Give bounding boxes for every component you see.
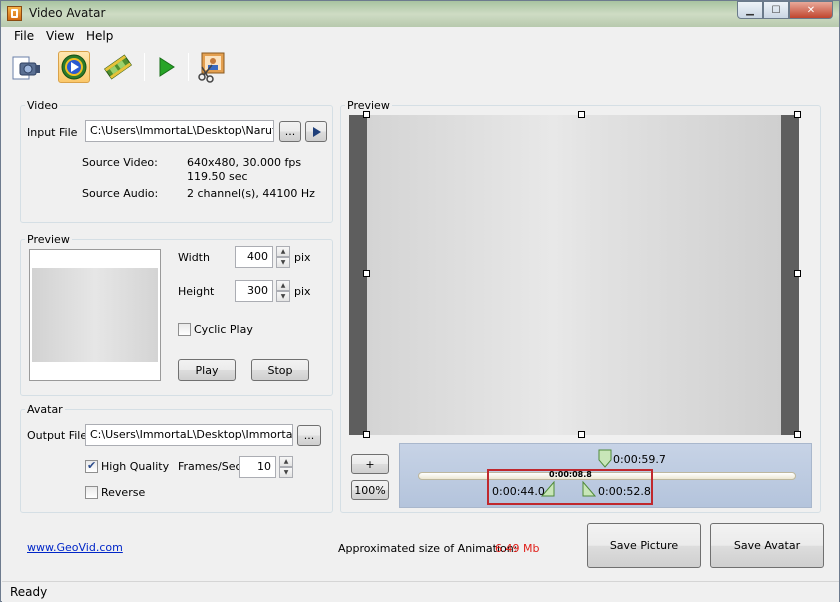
fps-label: Frames/Sec — [178, 460, 242, 473]
width-stepper[interactable]: ▲ ▼ — [276, 246, 290, 268]
video-group-label: Video — [25, 99, 60, 112]
play-video-icon[interactable] — [58, 51, 90, 83]
crop-handle-bl[interactable] — [363, 431, 370, 438]
preview-settings-label: Preview — [25, 233, 72, 246]
zoom-in-button[interactable]: + — [351, 454, 389, 474]
crop-handle-br[interactable] — [794, 431, 801, 438]
size-value: 6.49 Mb — [495, 542, 540, 555]
reverse-label: Reverse — [101, 486, 146, 499]
run-arrow-icon[interactable] — [150, 51, 182, 83]
crop-handle-mr[interactable] — [794, 270, 801, 277]
selection-end-handle-icon[interactable] — [582, 481, 596, 497]
film-strip-icon[interactable] — [102, 51, 134, 83]
menu-view[interactable]: View — [46, 29, 74, 43]
selection-length: 0:00:08.8 — [549, 470, 592, 479]
menu-bar: File View Help — [2, 27, 839, 45]
high-quality-label: High Quality — [101, 460, 170, 473]
app-window: Video Avatar ▁ ☐ ✕ File View Help Video … — [0, 0, 840, 602]
source-video-duration: 119.50 sec — [187, 170, 248, 183]
toolbar-separator — [144, 53, 145, 81]
play-icon — [313, 126, 321, 137]
current-position-marker-icon[interactable] — [598, 449, 612, 469]
input-browse-button[interactable]: ... — [279, 121, 301, 142]
width-label: Width — [178, 251, 210, 264]
fps-stepper[interactable]: ▲ ▼ — [279, 456, 293, 478]
menu-help[interactable]: Help — [86, 29, 113, 43]
save-avatar-button[interactable]: Save Avatar — [710, 523, 824, 568]
avatar-group-label: Avatar — [25, 403, 65, 416]
video-frame — [367, 115, 781, 435]
cyclic-play-checkbox[interactable] — [178, 323, 191, 336]
preview-thumbnail — [29, 249, 161, 381]
height-stepper[interactable]: ▲ ▼ — [276, 280, 290, 302]
video-preview-area[interactable] — [349, 115, 799, 435]
stop-button[interactable]: Stop — [251, 359, 309, 381]
current-time: 0:00:59.7 — [613, 453, 666, 466]
height-unit: pix — [294, 285, 311, 298]
width-field[interactable]: 400 — [235, 246, 273, 268]
size-label: Approximated size of Animation: — [338, 542, 518, 555]
status-bar: Ready — [2, 581, 839, 602]
toolbar — [2, 45, 839, 91]
caption-buttons: ▁ ☐ ✕ — [737, 1, 833, 19]
selection-end-time: 0:00:52.8 — [598, 485, 651, 498]
crop-handle-tl[interactable] — [363, 111, 370, 118]
source-video-label: Source Video: — [82, 156, 158, 169]
height-label: Height — [178, 285, 215, 298]
crop-handle-tr[interactable] — [794, 111, 801, 118]
source-audio-label: Source Audio: — [82, 187, 159, 200]
minimize-button[interactable]: ▁ — [737, 1, 763, 19]
status-text: Ready — [10, 585, 48, 599]
window-title: Video Avatar — [29, 6, 106, 20]
save-picture-button[interactable]: Save Picture — [587, 523, 701, 568]
crop-handle-tm[interactable] — [578, 111, 585, 118]
output-file-field[interactable]: C:\Users\ImmortaL\Desktop\ImmortaL.gif — [85, 424, 293, 446]
zoom-100-button[interactable]: 100% — [351, 480, 389, 500]
title-bar: Video Avatar ▁ ☐ ✕ — [1, 1, 839, 27]
input-file-field[interactable]: C:\Users\ImmortaL\Desktop\Naruto 7 — [85, 120, 274, 142]
cyclic-play-label: Cyclic Play — [194, 323, 253, 336]
play-input-button[interactable] — [305, 121, 327, 142]
crop-handle-bm[interactable] — [578, 431, 585, 438]
maximize-button[interactable]: ☐ — [763, 1, 789, 19]
output-file-label: Output File — [27, 429, 88, 442]
height-field[interactable]: 300 — [235, 280, 273, 302]
selection-start-time: 0:00:44.0 — [492, 485, 545, 498]
menu-file[interactable]: File — [14, 29, 34, 43]
input-file-label: Input File — [27, 126, 78, 139]
website-link[interactable]: www.GeoVid.com — [27, 541, 123, 554]
fps-field[interactable]: 10 — [239, 456, 276, 478]
play-button[interactable]: Play — [178, 359, 236, 381]
crop-handle-ml[interactable] — [363, 270, 370, 277]
output-browse-button[interactable]: ... — [297, 425, 321, 446]
width-unit: pix — [294, 251, 311, 264]
cut-avatar-icon[interactable] — [196, 51, 228, 83]
source-audio-value: 2 channel(s), 44100 Hz — [187, 187, 315, 200]
source-video-value: 640x480, 30.000 fps — [187, 156, 302, 169]
open-video-icon[interactable] — [10, 51, 42, 83]
close-button[interactable]: ✕ — [789, 1, 833, 19]
high-quality-checkbox[interactable] — [85, 459, 98, 473]
toolbar-separator — [188, 53, 189, 81]
app-icon — [7, 6, 22, 21]
reverse-checkbox[interactable] — [85, 486, 98, 499]
